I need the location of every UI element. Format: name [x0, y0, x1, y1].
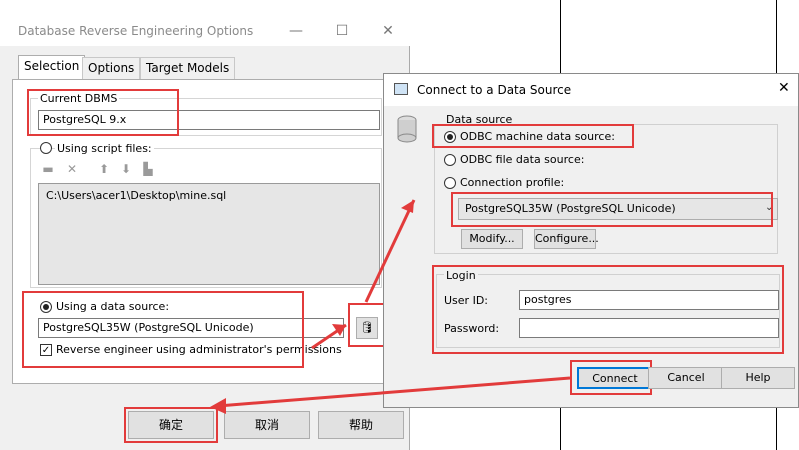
annotation-arrows	[210, 199, 571, 414]
